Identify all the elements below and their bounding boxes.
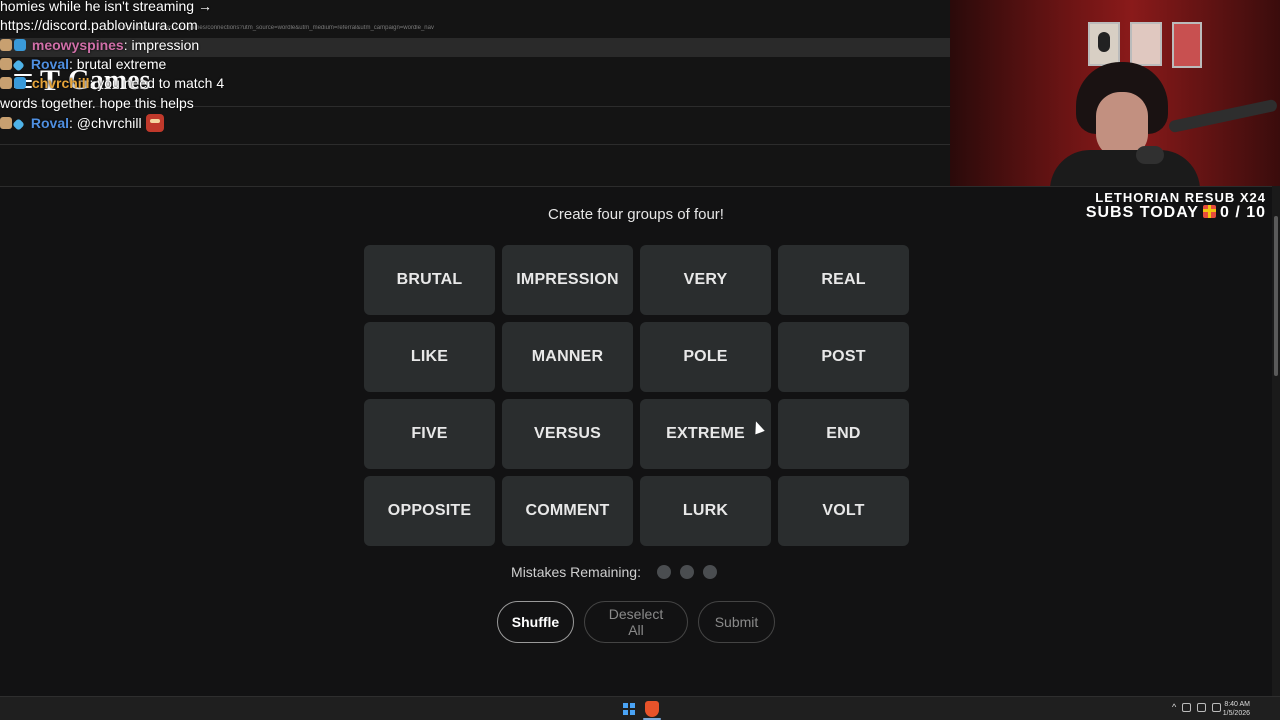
- system-clock[interactable]: 8:40 AM 1/5/2026: [1223, 700, 1250, 718]
- mic-arm: [1167, 98, 1279, 134]
- chat-emote-icon: [145, 114, 164, 132]
- game-instructions: Create four groups of four!: [548, 206, 724, 223]
- prime-badge-icon: [14, 39, 26, 51]
- screen: https://www.nytimes.com/games/connection…: [0, 0, 1280, 720]
- chat-message: : @chvrchill: [69, 115, 142, 131]
- submit-button[interactable]: Submit: [698, 601, 775, 643]
- word-tile-extreme[interactable]: EXTREME: [640, 399, 771, 469]
- chat-text: homies while he isn't streaming →: [0, 0, 212, 14]
- wall-frame: [1130, 22, 1162, 66]
- mic-tray-icon[interactable]: [1182, 702, 1192, 712]
- network-icon[interactable]: [1197, 702, 1207, 712]
- word-tile-five[interactable]: FIVE: [364, 399, 495, 469]
- chat-username[interactable]: Roval: [31, 56, 69, 72]
- sword-badge-icon: [12, 59, 25, 72]
- chevron-up-icon[interactable]: ^: [1172, 702, 1176, 712]
- chat-line: homies while he isn't streaming →: [0, 0, 212, 14]
- system-tray: ^: [1172, 702, 1222, 712]
- chat-line: Roval: brutal extreme: [0, 56, 166, 72]
- word-tile-end[interactable]: END: [778, 399, 909, 469]
- word-tile-versus[interactable]: VERSUS: [502, 399, 633, 469]
- subscriber-badge-icon: [0, 58, 12, 70]
- microphone-icon: [1136, 146, 1164, 164]
- shuffle-button[interactable]: Shuffle: [497, 601, 574, 643]
- chat-line: Roval: @chvrchill: [0, 114, 164, 132]
- mistakes-label: Mistakes Remaining:: [511, 564, 641, 580]
- mistake-dots: [656, 565, 717, 579]
- wall-frame: [1172, 22, 1202, 68]
- streamer-body: [1050, 150, 1200, 186]
- mistake-dot: [656, 565, 671, 579]
- subscriber-badge-icon: [0, 77, 12, 89]
- webcam-feed: [950, 0, 1280, 186]
- wall-frame: [1088, 22, 1120, 66]
- volume-icon[interactable]: [1212, 702, 1222, 712]
- deselect-all-button[interactable]: Deselect All: [584, 601, 688, 643]
- word-tile-very[interactable]: VERY: [640, 245, 771, 315]
- word-tile-manner[interactable]: MANNER: [502, 322, 633, 392]
- chat-username[interactable]: meowyspines: [32, 37, 124, 53]
- brave-browser-icon[interactable]: [645, 701, 659, 717]
- chat-text: https://discord.pablovintura.com: [0, 17, 198, 33]
- chat-username[interactable]: chvrchill: [32, 75, 90, 91]
- subscriber-badge-icon: [0, 117, 12, 129]
- divider: [0, 186, 1280, 187]
- chat-message: : impression: [123, 37, 200, 53]
- word-grid: BRUTAL IMPRESSION VERY REAL LIKE MANNER POLE PO…: [364, 245, 910, 546]
- word-tile-opposite[interactable]: OPPOSITE: [364, 476, 495, 546]
- taskbar: ^ 8:40 AM 1/5/2026: [0, 696, 1280, 720]
- clock-time: 8:40 AM: [1224, 701, 1250, 708]
- clock-date: 1/5/2026: [1222, 710, 1250, 717]
- chat-message: : you need to match 4: [89, 75, 225, 91]
- word-tile-comment[interactable]: COMMENT: [502, 476, 633, 546]
- scrollbar-thumb[interactable]: [1274, 216, 1278, 376]
- chat-line: chvrchill: you need to match 4: [0, 75, 224, 91]
- sword-badge-icon: [12, 118, 25, 131]
- word-tile-lurk[interactable]: LURK: [640, 476, 771, 546]
- game-controls: Shuffle Deselect All Submit: [0, 601, 1272, 643]
- chat-username[interactable]: Roval: [31, 115, 69, 131]
- mistakes-remaining: Mistakes Remaining:: [0, 564, 1228, 580]
- chat-line: meowyspines: impression: [0, 37, 199, 53]
- resub-alert: LETHORIAN RESUB X24: [1095, 190, 1266, 205]
- chat-line: https://discord.pablovintura.com: [0, 17, 198, 33]
- chat-message: : brutal extreme: [69, 56, 167, 72]
- word-tile-impression[interactable]: IMPRESSION: [502, 245, 633, 315]
- divider: [0, 144, 950, 145]
- mistake-dot: [702, 565, 717, 579]
- word-tile-post[interactable]: POST: [778, 322, 909, 392]
- word-tile-brutal[interactable]: BRUTAL: [364, 245, 495, 315]
- subscriber-badge-icon: [0, 39, 12, 51]
- chat-text: words together. hope this helps: [0, 95, 194, 111]
- mistake-dot: [679, 565, 694, 579]
- page-scrollbar[interactable]: [1272, 186, 1280, 696]
- word-tile-pole[interactable]: POLE: [640, 322, 771, 392]
- windows-start-icon[interactable]: [623, 703, 635, 715]
- word-tile-like[interactable]: LIKE: [364, 322, 495, 392]
- word-tile-volt[interactable]: VOLT: [778, 476, 909, 546]
- chat-line: words together. hope this helps: [0, 95, 194, 111]
- prime-badge-icon: [14, 77, 26, 89]
- word-tile-real[interactable]: REAL: [778, 245, 909, 315]
